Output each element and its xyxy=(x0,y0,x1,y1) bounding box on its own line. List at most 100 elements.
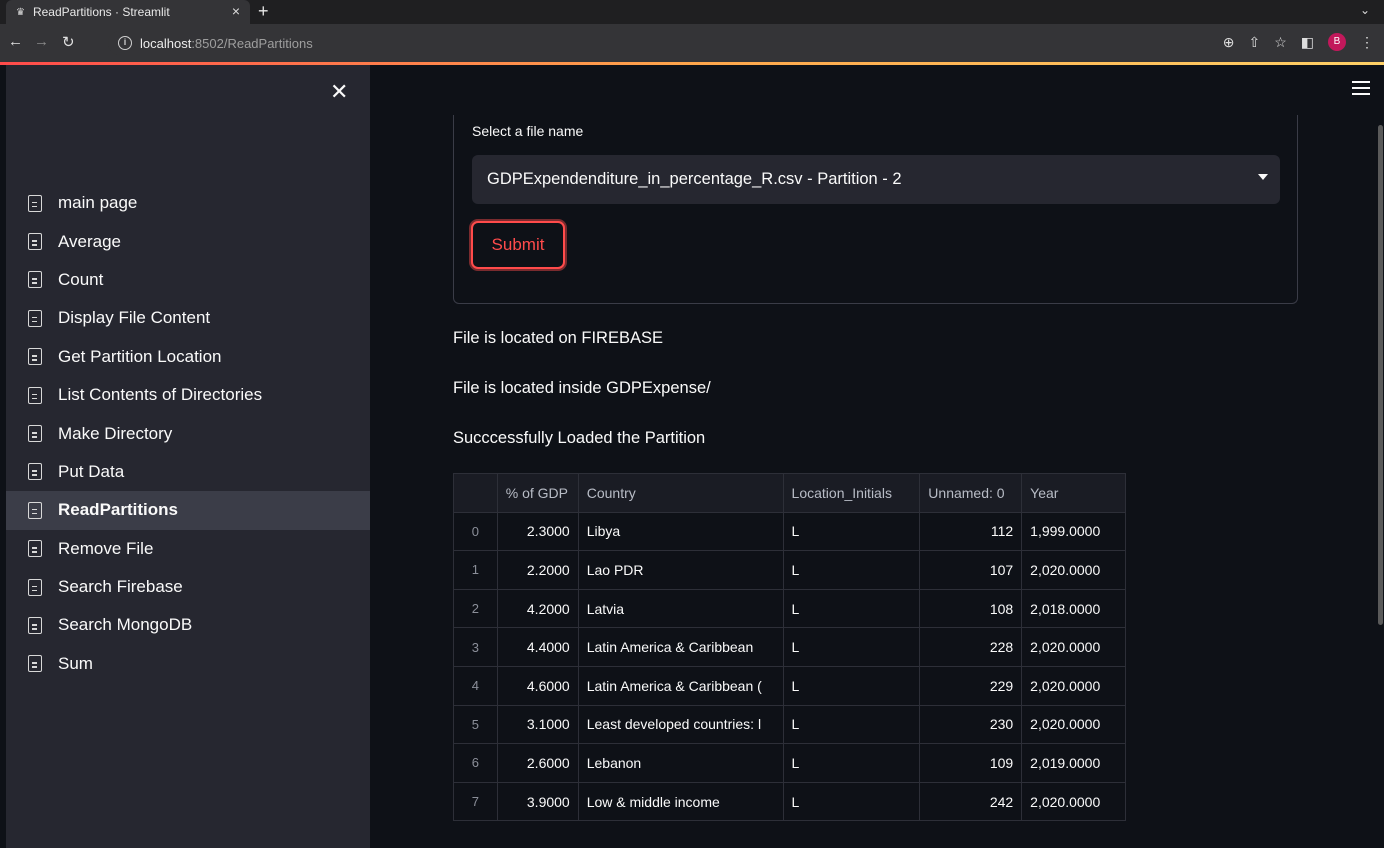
cell-year[interactable]: 1,999.0000 xyxy=(1021,511,1126,552)
column-header[interactable]: Location_Initials xyxy=(782,473,921,513)
main-content: Select a file name GDPExpendenditure_in_… xyxy=(370,65,1384,848)
page-icon xyxy=(28,540,42,558)
submit-button[interactable]: Submit xyxy=(471,221,565,269)
sidebar: ✕ main page Average Count Display File C… xyxy=(6,65,370,848)
tab-title: ReadPartitions · Streamlit xyxy=(32,5,170,19)
sidebar-item-search-mongodb[interactable]: Search MongoDB xyxy=(6,606,370,644)
column-header[interactable]: % of GDP xyxy=(496,473,579,513)
cell-unnamed[interactable]: 228 xyxy=(919,627,1023,667)
cell-country[interactable]: Lao PDR xyxy=(577,550,784,590)
table-row: 5 3.1000 Least developed countries: l L … xyxy=(453,704,1126,745)
scrollbar[interactable] xyxy=(1378,125,1383,625)
cell-unnamed[interactable]: 112 xyxy=(919,511,1023,552)
cell-location-initials[interactable]: L xyxy=(782,665,921,706)
chevron-down-icon[interactable]: ⌄ xyxy=(1360,3,1370,17)
dataframe-table[interactable]: % of GDP Country Location_Initials Unnam… xyxy=(453,473,1126,822)
cell-gdp[interactable]: 4.4000 xyxy=(496,627,579,667)
cell-location-initials[interactable]: L xyxy=(782,588,921,629)
reload-icon[interactable]: ↻ xyxy=(62,33,75,51)
cell-gdp[interactable]: 3.1000 xyxy=(496,704,579,745)
sidebar-item-label: Search Firebase xyxy=(58,577,183,597)
sidebar-item-label: Make Directory xyxy=(58,423,173,443)
new-tab-icon[interactable]: + xyxy=(258,1,269,22)
sidebar-item-get-partition-location[interactable]: Get Partition Location xyxy=(6,338,370,376)
browser-tab[interactable]: ♛ ReadPartitions · Streamlit × xyxy=(6,0,250,24)
page-icon xyxy=(28,233,42,251)
cell-country[interactable]: Least developed countries: l xyxy=(577,704,784,745)
cell-gdp[interactable]: 3.9000 xyxy=(496,781,579,822)
cell-year[interactable]: 2,020.0000 xyxy=(1021,704,1126,745)
sidebar-item-count[interactable]: Count xyxy=(6,261,370,299)
sidebar-item-label: main page xyxy=(58,193,138,213)
cell-unnamed[interactable]: 107 xyxy=(919,550,1023,590)
cell-year[interactable]: 2,020.0000 xyxy=(1021,781,1126,822)
share-icon[interactable]: ⇧ xyxy=(1248,34,1260,51)
url-field[interactable]: i localhost:8502/ReadPartitions xyxy=(108,31,1288,55)
cell-unnamed[interactable]: 242 xyxy=(919,781,1023,822)
cell-year[interactable]: 2,020.0000 xyxy=(1021,627,1126,667)
sidebar-item-sum[interactable]: Sum xyxy=(6,645,370,683)
table-row: 2 4.2000 Latvia L 108 2,018.0000 xyxy=(453,588,1126,629)
cell-unnamed[interactable]: 108 xyxy=(919,588,1023,629)
cell-year[interactable]: 2,020.0000 xyxy=(1021,665,1126,706)
cell-country[interactable]: Latin America & Caribbean ( xyxy=(577,665,784,706)
index-header xyxy=(453,473,498,513)
site-info-icon[interactable]: i xyxy=(118,36,132,50)
cell-gdp[interactable]: 2.6000 xyxy=(496,743,579,783)
sidebar-item-main-page[interactable]: main page xyxy=(6,184,370,222)
sidebar-item-search-firebase[interactable]: Search Firebase xyxy=(6,568,370,606)
sidebar-item-label: Remove File xyxy=(58,538,154,558)
cell-year[interactable]: 2,018.0000 xyxy=(1021,588,1126,629)
hamburger-menu-icon[interactable] xyxy=(1352,81,1370,95)
cell-country[interactable]: Low & middle income xyxy=(577,781,784,822)
browser-menu-icon[interactable]: ⋮ xyxy=(1360,34,1374,51)
sidebar-item-put-data[interactable]: Put Data xyxy=(6,453,370,491)
sidebar-item-remove-file[interactable]: Remove File xyxy=(6,530,370,568)
cell-unnamed[interactable]: 230 xyxy=(919,704,1023,745)
cell-gdp[interactable]: 2.3000 xyxy=(496,511,579,552)
address-bar-row: ← → ↻ i localhost:8502/ReadPartitions ⊕ … xyxy=(0,24,1384,62)
row-index: 6 xyxy=(453,743,498,783)
sidebar-item-make-directory[interactable]: Make Directory xyxy=(6,414,370,452)
cell-unnamed[interactable]: 109 xyxy=(919,743,1023,783)
close-tab-icon[interactable]: × xyxy=(232,3,240,19)
sidebar-item-list-contents[interactable]: List Contents of Directories xyxy=(6,376,370,414)
cell-unnamed[interactable]: 229 xyxy=(919,665,1023,706)
side-panel-icon[interactable]: ◧ xyxy=(1301,34,1314,51)
cell-country[interactable]: Libya xyxy=(577,511,784,552)
cell-country[interactable]: Lebanon xyxy=(577,743,784,783)
page-icon xyxy=(28,425,42,443)
cell-location-initials[interactable]: L xyxy=(782,550,921,590)
cell-gdp[interactable]: 2.2000 xyxy=(496,550,579,590)
cell-gdp[interactable]: 4.2000 xyxy=(496,588,579,629)
cell-location-initials[interactable]: L xyxy=(782,704,921,745)
column-header[interactable]: Unnamed: 0 xyxy=(919,473,1023,513)
sidebar-item-display-file-content[interactable]: Display File Content xyxy=(6,299,370,337)
cell-location-initials[interactable]: L xyxy=(782,743,921,783)
select-label: Select a file name xyxy=(472,123,584,139)
url-host: localhost xyxy=(140,35,192,51)
cell-year[interactable]: 2,019.0000 xyxy=(1021,743,1126,783)
back-icon[interactable]: ← xyxy=(8,33,23,50)
table-row: 0 2.3000 Libya L 112 1,999.0000 xyxy=(453,511,1126,552)
cell-location-initials[interactable]: L xyxy=(782,781,921,822)
column-header[interactable]: Country xyxy=(577,473,784,513)
profile-avatar[interactable]: B xyxy=(1328,33,1346,51)
bookmark-star-icon[interactable]: ☆ xyxy=(1274,34,1287,51)
forward-icon[interactable]: → xyxy=(34,33,49,50)
cell-location-initials[interactable]: L xyxy=(782,627,921,667)
zoom-icon[interactable]: ⊕ xyxy=(1223,34,1235,51)
cell-year[interactable]: 2,020.0000 xyxy=(1021,550,1126,590)
page-icon xyxy=(28,194,42,212)
cell-country[interactable]: Latvia xyxy=(577,588,784,629)
page-icon xyxy=(28,386,42,404)
cell-location-initials[interactable]: L xyxy=(782,511,921,552)
file-name-select[interactable]: GDPExpendenditure_in_percentage_R.csv - … xyxy=(472,155,1280,204)
cell-country[interactable]: Latin America & Caribbean xyxy=(577,627,784,667)
sidebar-item-average[interactable]: Average xyxy=(6,222,370,260)
column-header[interactable]: Year xyxy=(1021,473,1126,513)
close-sidebar-icon[interactable]: ✕ xyxy=(330,79,348,105)
select-value: GDPExpendenditure_in_percentage_R.csv - … xyxy=(487,170,902,188)
sidebar-item-readpartitions[interactable]: ReadPartitions xyxy=(6,491,370,530)
cell-gdp[interactable]: 4.6000 xyxy=(496,665,579,706)
